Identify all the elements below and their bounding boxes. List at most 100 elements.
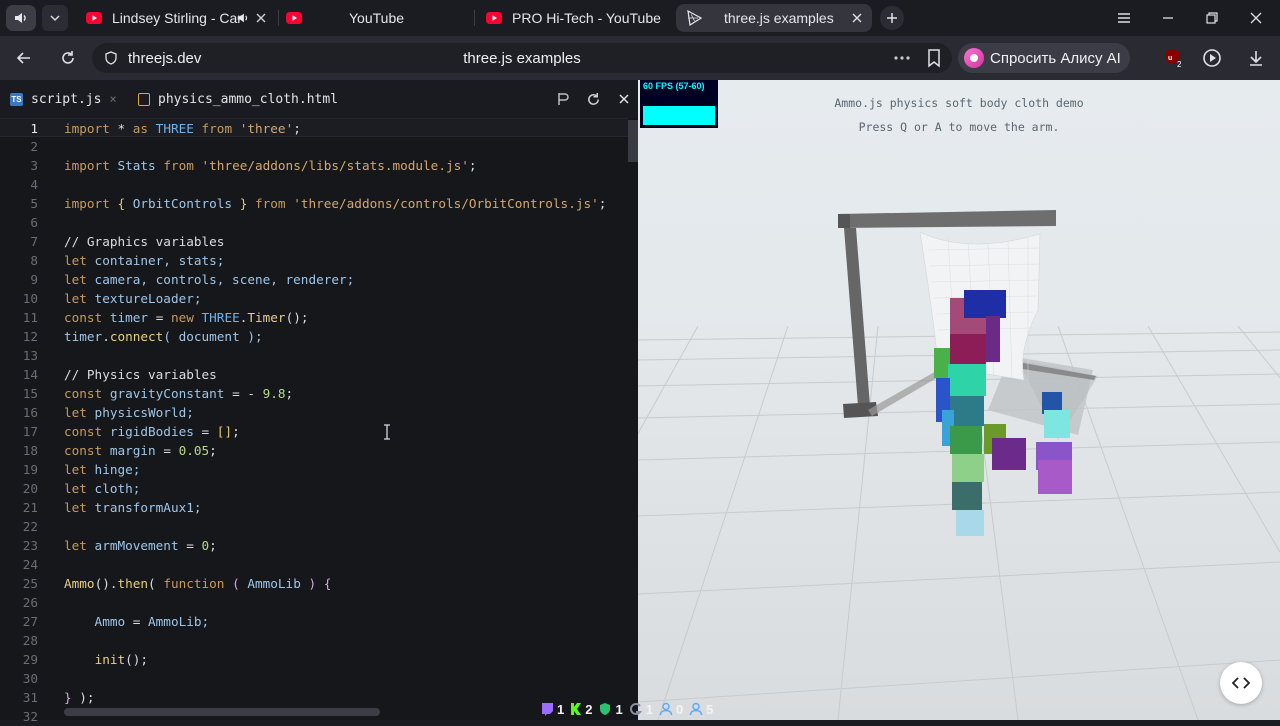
tab-youtube[interactable]: YouTube xyxy=(286,4,472,32)
tab-title: PRO Hi-Tech - YouTube xyxy=(512,10,661,26)
code-line[interactable]: 29 init(); xyxy=(0,650,628,669)
code-line[interactable]: 5 import { OrbitControls } from 'three/ad… xyxy=(0,194,628,213)
code-editor: TS script.js × physics_ammo_cloth.html 1… xyxy=(0,80,638,724)
ask-alice-label: Спросить Алису AI xyxy=(990,49,1121,67)
youtube-icon xyxy=(486,12,502,24)
code-line[interactable]: 20 let cloth; xyxy=(0,479,628,498)
code-area[interactable]: 1 import * as THREE from 'three'; 2 3 impo… xyxy=(0,118,638,724)
browser-tab-strip: Lindsey Stirling - Car YouTube PRO Hi-Te… xyxy=(0,0,1280,36)
vertical-scrollbar[interactable] xyxy=(628,120,638,162)
new-tab-button[interactable] xyxy=(880,6,904,30)
reload-icon[interactable] xyxy=(56,46,80,70)
close-icon[interactable] xyxy=(615,90,633,108)
code-line[interactable]: 7// Graphics variables xyxy=(0,232,628,251)
tab-threejs-examples[interactable]: three.js examples xyxy=(676,4,872,32)
status-counters: 1 2 1 1 0 5 xyxy=(540,700,713,718)
typescript-icon: TS xyxy=(10,92,23,106)
menu-icon[interactable] xyxy=(1112,6,1136,30)
counter-shield[interactable]: 1 xyxy=(598,702,623,717)
counter-users[interactable]: 5 xyxy=(689,702,713,717)
editor-tab-label: script.js xyxy=(31,91,102,107)
code-line[interactable]: 10 let textureLoader; xyxy=(0,289,628,308)
code-line[interactable]: 6 xyxy=(0,213,628,232)
code-line[interactable]: 21 let transformAux1; xyxy=(0,498,628,517)
code-line[interactable]: 17 const rigidBodies = []; xyxy=(0,422,628,441)
threejs-viewport[interactable]: 60 FPS (57-60) Ammo.js physics soft body… xyxy=(638,80,1280,720)
tab-title: YouTube xyxy=(349,10,405,26)
code-line[interactable]: 8 let container, stats; xyxy=(0,251,628,270)
editor-tab-script-js[interactable]: TS script.js × xyxy=(10,80,117,118)
code-line[interactable]: 16 let physicsWorld; xyxy=(0,403,628,422)
code-line[interactable]: 30 xyxy=(0,669,628,688)
alice-icon xyxy=(964,48,984,68)
code-line[interactable]: 19 let hinge; xyxy=(0,460,628,479)
code-line[interactable]: 4 xyxy=(0,175,628,194)
code-line[interactable]: 31} ); xyxy=(0,688,628,707)
physics-scene xyxy=(838,210,1098,536)
g-icon xyxy=(629,703,642,715)
code-line[interactable]: 18 const margin = 0.05; xyxy=(0,441,628,460)
counter-user[interactable]: 0 xyxy=(659,702,683,717)
code-brackets-icon xyxy=(1232,677,1250,689)
counter-kick[interactable]: 2 xyxy=(570,702,592,717)
code-line[interactable]: 2 xyxy=(0,137,628,156)
url-field[interactable]: threejs.dev three.js examples xyxy=(92,43,952,73)
counter-twitch[interactable]: 1 xyxy=(540,702,564,717)
code-line[interactable]: 22 xyxy=(0,517,628,536)
code-line[interactable]: 12 timer.connect( document ); xyxy=(0,327,628,346)
html-file-icon xyxy=(138,92,150,106)
close-icon[interactable] xyxy=(254,11,268,25)
horizontal-scrollbar[interactable] xyxy=(64,708,380,716)
ublock-icon[interactable]: u2 xyxy=(1162,46,1186,70)
shield-icon xyxy=(600,703,611,715)
twitch-icon xyxy=(542,703,553,716)
back-arrow-icon[interactable] xyxy=(12,46,36,70)
text-cursor-icon xyxy=(384,424,390,440)
counter-g[interactable]: 1 xyxy=(629,702,653,717)
code-line[interactable]: 25 Ammo().then( function ( AmmoLib ) { xyxy=(0,574,628,593)
speaker-icon[interactable] xyxy=(6,5,36,31)
code-line[interactable]: 28 xyxy=(0,631,628,650)
ask-alice-button[interactable]: Спросить Алису AI xyxy=(958,43,1130,73)
speaker-icon[interactable] xyxy=(236,11,250,25)
editor-tab-physics-html[interactable]: physics_ammo_cloth.html xyxy=(138,80,338,118)
close-icon[interactable] xyxy=(850,11,864,25)
close-icon[interactable]: × xyxy=(109,92,116,106)
editor-tab-bar: TS script.js × physics_ammo_cloth.html xyxy=(0,80,638,118)
pin-icon[interactable] xyxy=(554,90,572,108)
threejs-icon xyxy=(687,10,702,26)
tab-divider xyxy=(474,10,475,26)
tab-title: Lindsey Stirling - Car xyxy=(112,10,242,26)
tab-divider xyxy=(278,10,279,26)
tab-lindsey-stirling[interactable]: Lindsey Stirling - Car xyxy=(86,4,276,32)
tab-title: three.js examples xyxy=(724,10,834,26)
minimize-icon[interactable] xyxy=(1156,6,1180,30)
more-dots-icon[interactable] xyxy=(892,48,912,68)
code-line[interactable]: 13 xyxy=(0,346,628,365)
refresh-icon[interactable] xyxy=(584,90,602,108)
download-icon[interactable] xyxy=(1244,46,1268,70)
plus-icon xyxy=(887,13,897,23)
restore-icon[interactable] xyxy=(1200,6,1224,30)
editor-tab-label: physics_ammo_cloth.html xyxy=(158,91,339,107)
kick-icon xyxy=(571,703,582,715)
user-icon xyxy=(659,702,673,716)
chevron-down-icon[interactable] xyxy=(42,5,68,31)
extension-badge: 2 xyxy=(1177,60,1182,69)
code-line[interactable]: 24 xyxy=(0,555,628,574)
code-line[interactable]: 11 const timer = new THREE.Timer(); xyxy=(0,308,628,327)
code-line[interactable]: 1 import * as THREE from 'three'; xyxy=(0,118,628,137)
code-line[interactable]: 9 let camera, controls, scene, renderer; xyxy=(0,270,628,289)
bookmark-icon[interactable] xyxy=(924,48,944,68)
code-line[interactable]: 26 xyxy=(0,593,628,612)
code-line[interactable]: 14// Physics variables xyxy=(0,365,628,384)
code-line[interactable]: 3 import Stats from 'three/addons/libs/st… xyxy=(0,156,628,175)
play-circle-icon[interactable] xyxy=(1200,46,1224,70)
view-source-button[interactable] xyxy=(1220,662,1262,704)
close-window-icon[interactable] xyxy=(1244,6,1268,30)
tab-pro-hi-tech[interactable]: PRO Hi-Tech - YouTube xyxy=(486,4,672,32)
page-title: three.js examples xyxy=(463,50,581,67)
code-line[interactable]: 23 let armMovement = 0; xyxy=(0,536,628,555)
code-line[interactable]: 15 const gravityConstant = - 9.8; xyxy=(0,384,628,403)
code-line[interactable]: 27 Ammo = AmmoLib; xyxy=(0,612,628,631)
